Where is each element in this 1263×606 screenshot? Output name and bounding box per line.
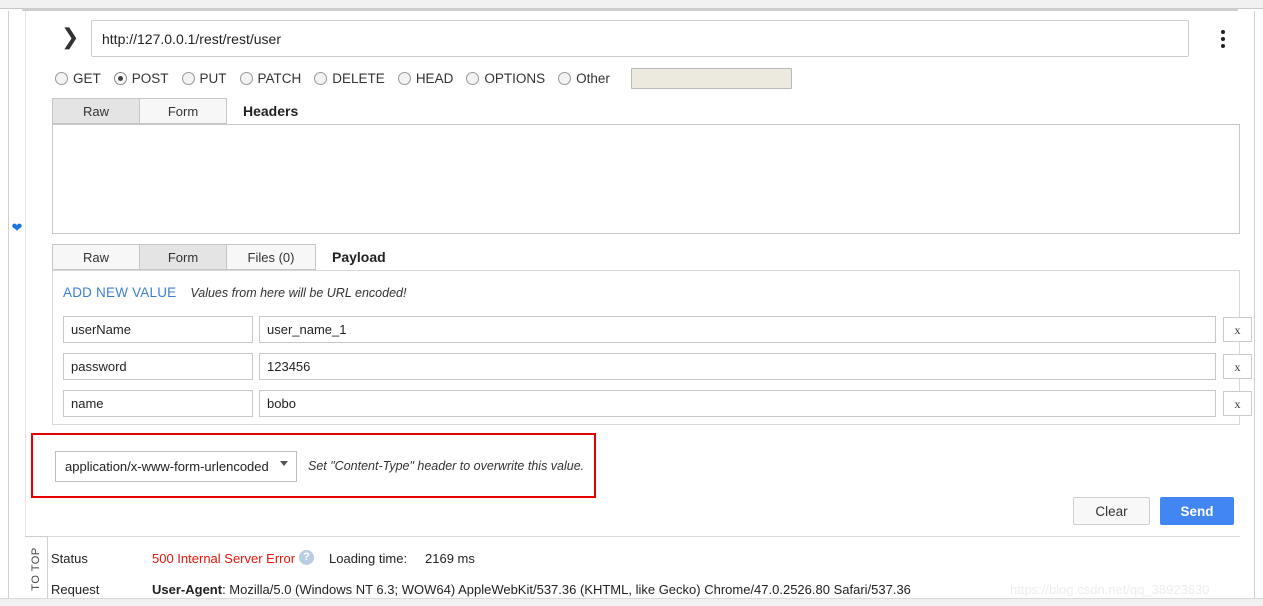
other-method-input[interactable] bbox=[630, 67, 792, 89]
method-delete[interactable]: DELETE bbox=[314, 71, 385, 86]
method-put[interactable]: PUT bbox=[181, 70, 227, 86]
payload-panel: ADD NEW VALUE Values from here will be U… bbox=[52, 270, 1252, 425]
tab-headers-form[interactable]: Form bbox=[139, 98, 227, 124]
method-post[interactable]: POST bbox=[113, 70, 169, 86]
payload-key-input-2[interactable] bbox=[63, 353, 253, 380]
payload-delete-button-1[interactable]: x bbox=[1223, 317, 1252, 342]
response-section: Status 500 Internal Server Error ? Loadi… bbox=[25, 536, 1240, 606]
url-row: ❯ bbox=[55, 20, 1235, 58]
radio-other-icon[interactable] bbox=[558, 71, 572, 85]
payload-key-input-1[interactable] bbox=[63, 316, 253, 343]
method-head-label: HEAD bbox=[415, 70, 454, 86]
method-other[interactable]: Other bbox=[558, 71, 610, 86]
method-options[interactable]: OPTIONS bbox=[466, 71, 545, 86]
method-get-label: GET bbox=[73, 70, 101, 86]
user-agent-value: : Mozilla/5.0 (Windows NT 6.3; WOW64) Ap… bbox=[222, 582, 911, 597]
user-agent-key: User-Agent bbox=[152, 582, 223, 597]
bottom-bar bbox=[0, 598, 1263, 606]
http-method-radio-group: GET POST PUT PATCH DELETE HEAD OPTIONS O… bbox=[55, 66, 1155, 90]
chevron-right-icon[interactable]: ❯ bbox=[61, 25, 79, 51]
left-gutter bbox=[8, 11, 26, 595]
help-icon[interactable]: ? bbox=[299, 550, 314, 565]
method-delete-label: DELETE bbox=[332, 70, 385, 86]
payload-key-input-3[interactable] bbox=[63, 390, 253, 417]
tab-headers-raw[interactable]: Raw bbox=[52, 98, 140, 124]
add-new-value-row: ADD NEW VALUE Values from here will be U… bbox=[63, 285, 406, 300]
method-patch[interactable]: PATCH bbox=[239, 70, 302, 86]
rest-client-page: ❤ ❯ GET POST PUT PATCH DELETE bbox=[0, 0, 1263, 606]
tab-payload-files[interactable]: Files (0) bbox=[226, 244, 316, 270]
headers-caption: Headers bbox=[243, 103, 299, 119]
heart-icon[interactable]: ❤ bbox=[10, 221, 24, 235]
method-head[interactable]: HEAD bbox=[397, 70, 454, 86]
payload-value-input-2[interactable] bbox=[259, 353, 1216, 380]
horizontal-scrollbar-track[interactable] bbox=[0, 0, 1263, 15]
clear-button[interactable]: Clear bbox=[1073, 497, 1150, 525]
headers-textarea[interactable] bbox=[52, 124, 1240, 234]
status-label: Status bbox=[51, 551, 88, 566]
send-button[interactable]: Send bbox=[1160, 497, 1234, 525]
content-type-hint: Set "Content-Type" header to overwrite t… bbox=[308, 459, 585, 473]
tab-payload-raw[interactable]: Raw bbox=[52, 244, 140, 270]
loading-time-value: 2169 ms bbox=[425, 551, 475, 566]
radio-post-icon[interactable] bbox=[113, 71, 127, 85]
payload-tab-row: Raw Form Files (0) Payload bbox=[52, 244, 386, 270]
content-type-select[interactable]: application/x-www-form-urlencoded bbox=[55, 451, 297, 482]
add-new-value-link[interactable]: ADD NEW VALUE bbox=[63, 285, 176, 300]
radio-put-icon[interactable] bbox=[181, 71, 195, 85]
method-post-label: POST bbox=[131, 70, 169, 86]
radio-get-icon[interactable] bbox=[55, 71, 68, 85]
user-agent-line: User-Agent: Mozilla/5.0 (Windows NT 6.3;… bbox=[152, 582, 911, 597]
tab-payload-form[interactable]: Form bbox=[139, 244, 227, 270]
payload-row-1: x bbox=[63, 316, 1252, 343]
method-options-label: OPTIONS bbox=[484, 70, 546, 86]
method-get[interactable]: GET bbox=[55, 71, 101, 86]
content-type-highlight-box: application/x-www-form-urlencoded Set "C… bbox=[31, 433, 596, 498]
loading-time-label: Loading time: bbox=[329, 551, 408, 566]
to-top-button[interactable]: TO TOP bbox=[25, 536, 48, 606]
radio-delete-icon[interactable] bbox=[314, 71, 328, 85]
to-top-label: TO TOP bbox=[30, 547, 42, 591]
request-label: Request bbox=[51, 582, 100, 597]
payload-caption: Payload bbox=[332, 249, 386, 265]
method-patch-label: PATCH bbox=[257, 70, 302, 86]
kebab-menu-icon[interactable] bbox=[1210, 24, 1236, 54]
payload-delete-button-2[interactable]: x bbox=[1223, 354, 1252, 379]
method-other-label: Other bbox=[576, 70, 610, 86]
method-put-label: PUT bbox=[199, 70, 227, 86]
payload-row-3: x bbox=[63, 390, 1252, 417]
radio-options-icon[interactable] bbox=[466, 71, 480, 85]
url-input[interactable] bbox=[91, 20, 1189, 57]
radio-patch-icon[interactable] bbox=[239, 71, 253, 85]
payload-row-2: x bbox=[63, 353, 1252, 380]
payload-value-input-1[interactable] bbox=[259, 316, 1216, 343]
headers-tab-row: Raw Form Headers bbox=[52, 98, 298, 124]
url-encoded-hint: Values from here will be URL encoded! bbox=[190, 286, 407, 300]
radio-head-icon[interactable] bbox=[397, 71, 411, 85]
payload-value-input-3[interactable] bbox=[259, 390, 1216, 417]
status-badge: 500 Internal Server Error bbox=[152, 551, 296, 566]
payload-delete-button-3[interactable]: x bbox=[1223, 391, 1252, 416]
